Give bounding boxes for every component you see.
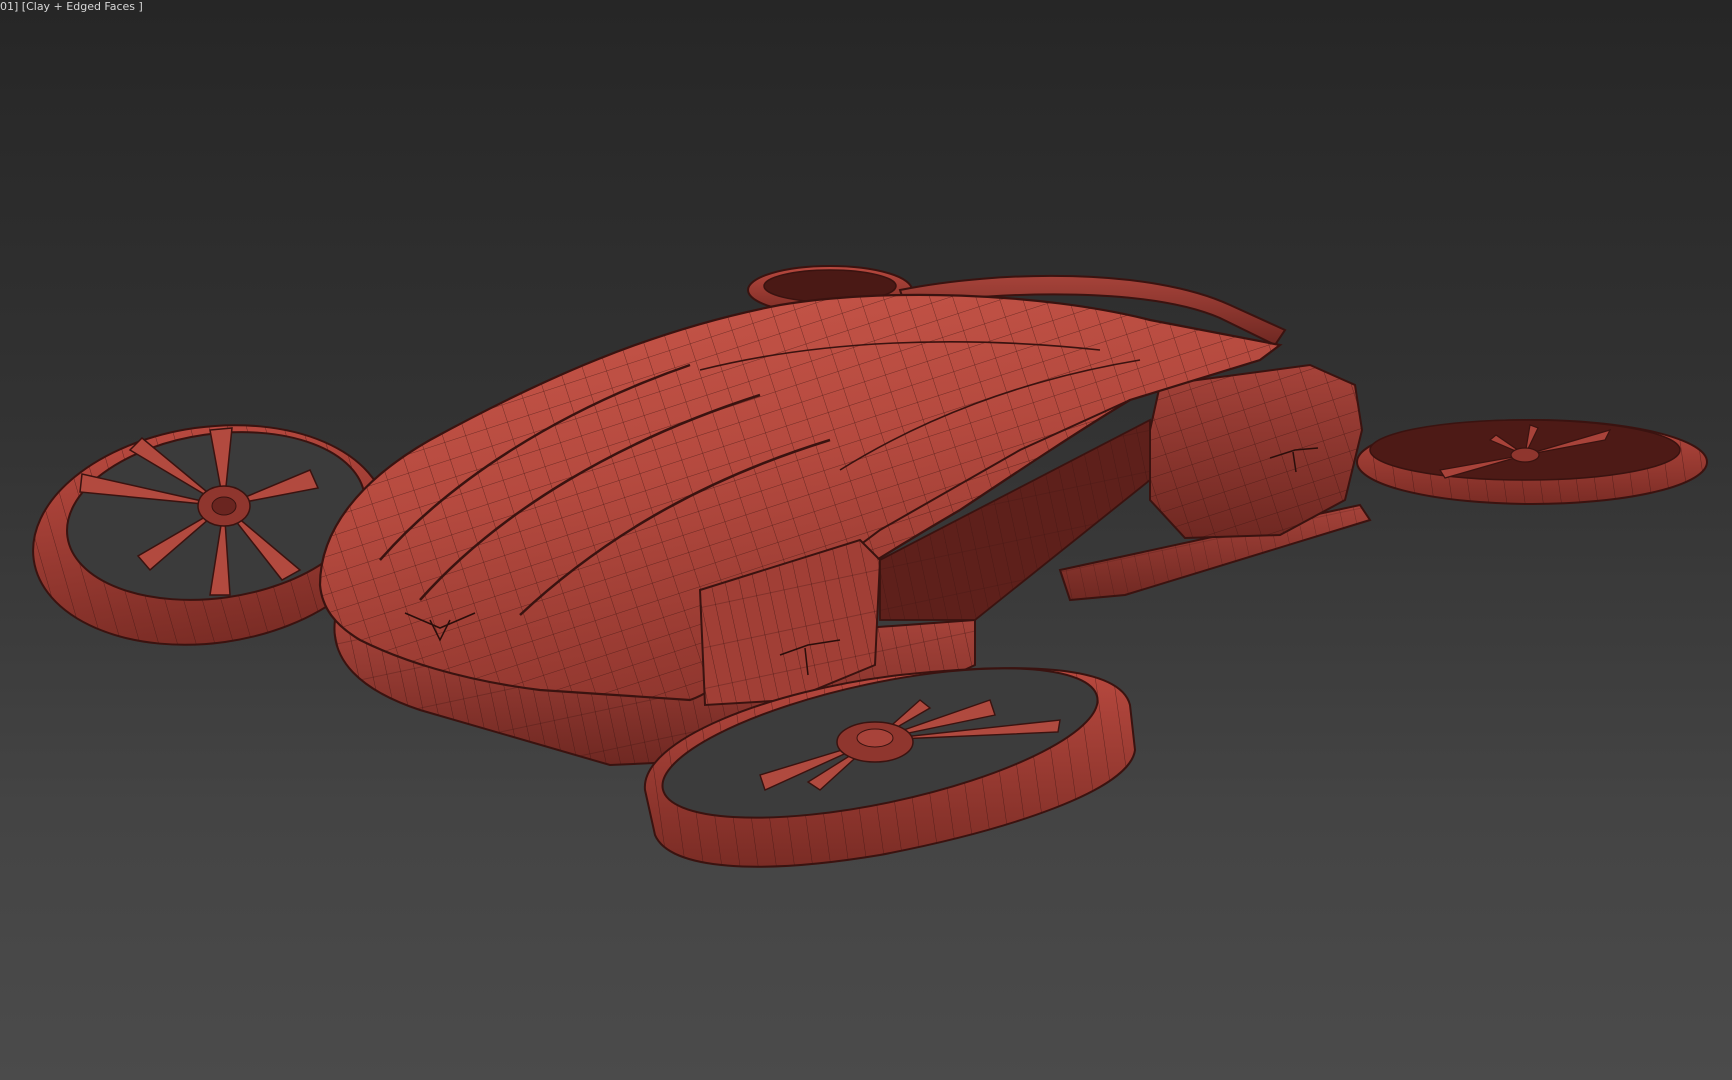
viewport-canvas[interactable]: 01] [Clay + Edged Faces ] <box>0 0 1732 1080</box>
scene-render <box>32 265 1708 868</box>
rotor-right <box>1356 419 1708 505</box>
